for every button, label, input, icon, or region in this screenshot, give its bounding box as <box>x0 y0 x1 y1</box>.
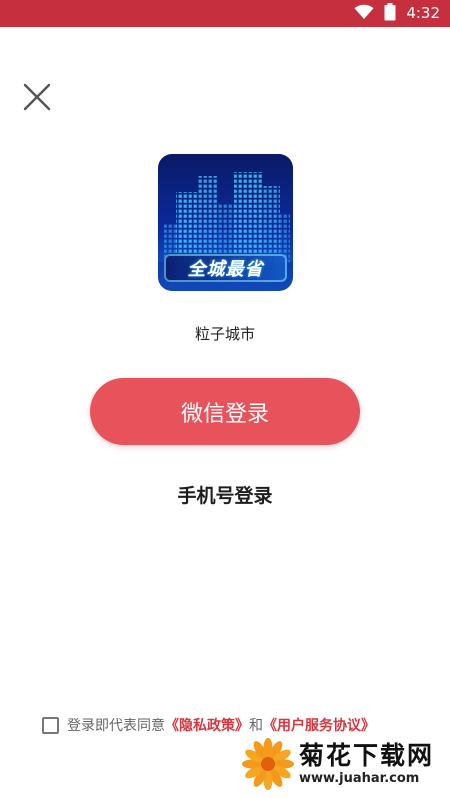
privacy-policy-link[interactable]: 《隐私政策》 <box>165 715 249 735</box>
battery-icon <box>384 2 396 25</box>
status-time: 4:32 <box>406 4 440 22</box>
close-icon <box>23 83 51 111</box>
watermark-text: 菊花下载网 www.juahar.com <box>299 741 434 787</box>
logo-banner: 全城最省 <box>164 254 287 282</box>
wifi-icon <box>354 4 374 24</box>
logo-text: 全城最省 <box>187 259 264 280</box>
watermark: 菊花下载网 www.juahar.com <box>241 734 446 794</box>
app-logo: 全城最省 <box>158 154 293 291</box>
watermark-title: 菊花下载网 <box>299 741 435 770</box>
close-button[interactable] <box>20 80 54 114</box>
phone-login-link[interactable]: 手机号登录 <box>0 481 450 508</box>
agreement-prefix: 登录即代表同意 <box>67 718 165 734</box>
wechat-login-button[interactable]: 微信登录 <box>90 378 360 445</box>
login-screen: 4:32 全城最省 粒子城市 微信登录 手机号登录 登录即代表同意 《隐私政策》… <box>0 0 450 798</box>
status-bar-right: 4:32 <box>354 0 440 27</box>
agreement-conjunction: 和 <box>249 718 263 734</box>
terms-of-service-link[interactable]: 《用户服务协议》 <box>263 715 375 735</box>
agreement-checkbox[interactable] <box>42 716 59 734</box>
flower-icon <box>242 738 294 790</box>
app-name: 粒子城市 <box>194 325 255 343</box>
status-bar: 4:32 <box>0 0 450 27</box>
watermark-url: www.juahar.com <box>299 771 420 786</box>
